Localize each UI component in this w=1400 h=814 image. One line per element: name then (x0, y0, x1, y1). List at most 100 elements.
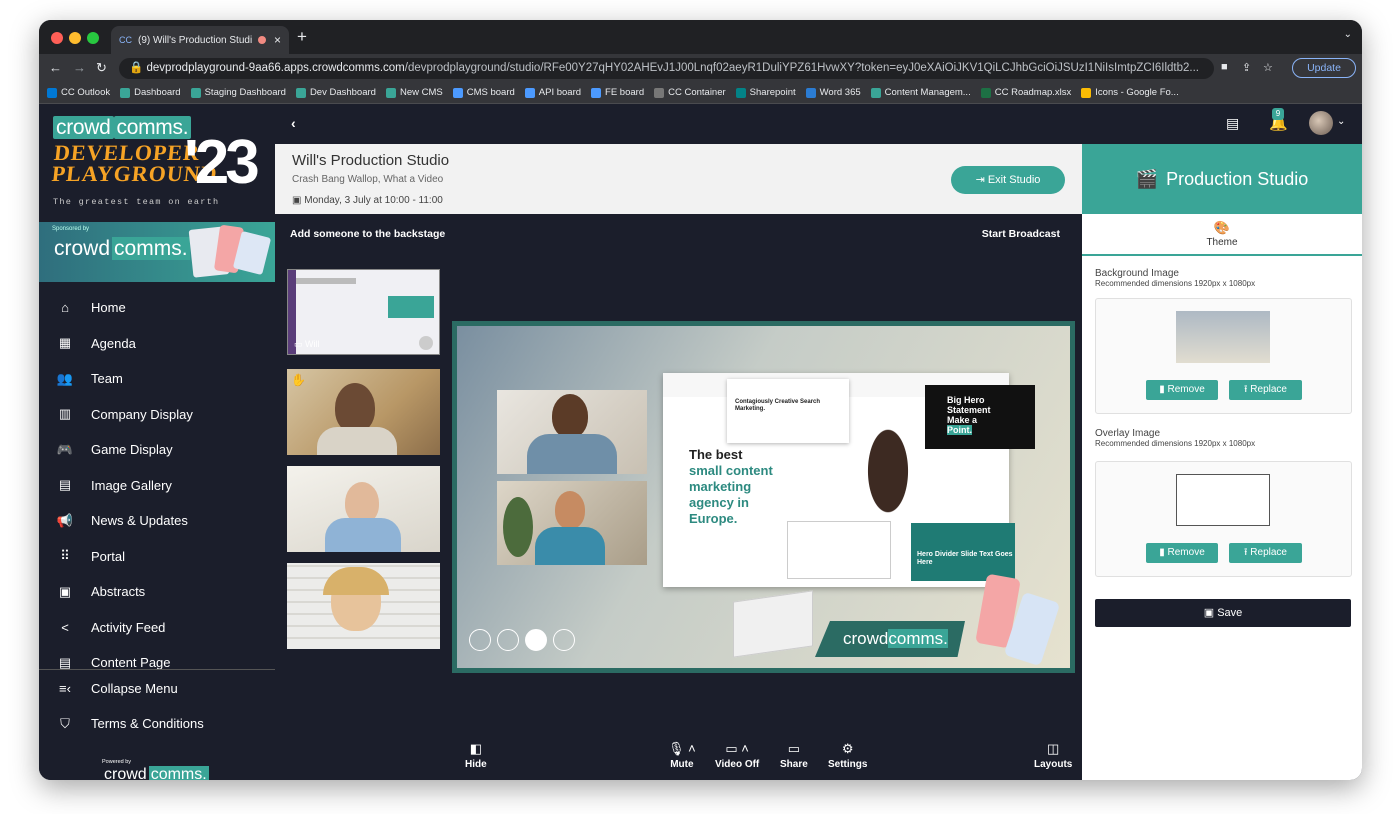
participant-thumb-2[interactable]: ✋ (287, 369, 440, 455)
gallery-icon: ▤ (58, 477, 72, 493)
sidebar-item-home[interactable]: ⌂ Home (39, 290, 275, 326)
background-remove-button[interactable]: ▮ Remove (1146, 380, 1218, 400)
participant-thumb-3[interactable] (287, 466, 440, 552)
reload-icon[interactable]: ↻ (96, 60, 107, 76)
bookmark-item[interactable]: Word 365 (805, 87, 861, 98)
overlay-replace-button[interactable]: ⭱ Replace (1229, 543, 1302, 563)
bookmark-item[interactable]: CC Roadmap.xlsx (980, 87, 1071, 98)
tab-theme-label: Theme (1206, 237, 1238, 248)
bookmark-item[interactable]: Dev Dashboard (295, 87, 376, 98)
background-replace-button[interactable]: ⭱ Replace (1229, 380, 1302, 400)
add-backstage-link[interactable]: Add someone to the backstage (290, 228, 445, 240)
share-icon: < (61, 619, 69, 635)
hero-lines: Big Hero Statement Make a (947, 395, 1035, 425)
bookmark-item[interactable]: Sharepoint (735, 87, 796, 98)
chat-icon[interactable]: ▤ (1226, 115, 1239, 132)
video-off-button[interactable]: ▭ ˄ Video Off (715, 741, 759, 770)
forward-arrow-icon[interactable]: → (73, 60, 86, 75)
settings-button[interactable]: ⚙ Settings (828, 741, 867, 770)
bookmark-label: Content Managem... (884, 87, 971, 98)
mic-icon[interactable] (419, 336, 433, 350)
new-tab-button[interactable]: + (297, 27, 307, 47)
minimize-window-button[interactable] (69, 32, 81, 44)
sponsor-banner[interactable]: Sponsored by crowd comms. (39, 222, 275, 282)
exit-studio-button[interactable]: ⇥ Exit Studio (951, 166, 1065, 194)
settings-label: Settings (828, 759, 868, 770)
bookmark-label: FE board (605, 87, 645, 98)
exit-icon: ⇥ (975, 174, 988, 186)
sidebar-item-label: Team (91, 371, 123, 387)
brand-logo[interactable]: crowd comms. (53, 116, 192, 140)
production-studio-title: Production Studio (1166, 168, 1309, 189)
avatar-chevron-icon[interactable]: ⌄ (1337, 116, 1345, 127)
event-tagline: The greatest team on earth (53, 197, 220, 207)
tab-theme[interactable]: 🎨 Theme (1082, 214, 1362, 256)
bookmark-item[interactable]: API board (524, 87, 581, 98)
team-icon: 👥 (56, 370, 74, 386)
close-tab-icon[interactable]: × (274, 33, 281, 47)
sidebar-item-company-display[interactable]: ▥ Company Display (39, 397, 275, 433)
tab-list-chevron-icon[interactable]: ⌄ (1344, 29, 1352, 40)
powered-by-logo: crowd comms. (102, 766, 209, 780)
sidebar-item-news-updates[interactable]: 📢 News & Updates (39, 503, 275, 539)
bookmark-item[interactable]: Content Managem... (870, 87, 971, 98)
layouts-label: Layouts (1034, 759, 1073, 770)
mute-button[interactable]: 🎙 ˄ Mute (668, 741, 696, 770)
bookmark-item[interactable]: New CMS (385, 87, 443, 98)
overlay-image-label: Overlay Image (1095, 428, 1161, 439)
participant-thumb-4[interactable] (287, 563, 440, 649)
bookmark-favicon-icon (190, 87, 201, 98)
bookmark-item[interactable]: CC Outlook (47, 87, 110, 98)
overlay-replace-label: Replace (1250, 547, 1287, 558)
browser-tab[interactable]: CC (9) Will's Production Studi × (111, 26, 289, 54)
broadcast-preview: Contagiously Creative Search Marketing. … (452, 321, 1075, 673)
participant-face (335, 383, 375, 433)
sponsor-logo-highlight: comms. (112, 237, 190, 260)
bookmark-favicon-icon (870, 87, 881, 98)
bookmark-star-icon[interactable]: ☆ (1263, 61, 1273, 74)
bookmark-item[interactable]: Icons - Google Fo... (1081, 87, 1179, 98)
sidebar-item-activity-feed[interactable]: < Activity Feed (39, 610, 275, 646)
floppy-icon: ▣ (1203, 607, 1218, 619)
portal-icon: ⠿ (60, 548, 70, 564)
share-button[interactable]: ▭ Share (780, 741, 808, 770)
bookmark-favicon-icon (385, 87, 396, 98)
sidebar-item-game-display[interactable]: 🎮 Game Display (39, 432, 275, 468)
bookmark-item[interactable]: FE board (591, 87, 644, 98)
slide-highlight-line: small content (689, 463, 773, 478)
overlay-remove-button[interactable]: ▮ Remove (1146, 543, 1218, 563)
bookmark-item[interactable]: CC Container (654, 87, 726, 98)
sidebar-item-portal[interactable]: ⠿ Portal (39, 539, 275, 575)
megaphone-icon: 📢 (56, 512, 74, 528)
on-stage-camera-2 (497, 481, 647, 565)
participant-thumb-screen[interactable]: ▭ Will (287, 269, 440, 355)
back-chevron-icon[interactable]: ‹ (291, 115, 296, 131)
save-button[interactable]: ▣ Save (1095, 599, 1351, 627)
logo-text: crowd (53, 116, 114, 139)
slide-highlight-line: agency in (689, 495, 749, 510)
sidebar-item-image-gallery[interactable]: ▤ Image Gallery (39, 468, 275, 504)
maximize-window-button[interactable] (87, 32, 99, 44)
hide-button[interactable]: ◧ Hide (465, 741, 487, 770)
bookmark-item[interactable]: CMS board (452, 87, 515, 98)
avatar[interactable] (1309, 111, 1333, 135)
layouts-button[interactable]: ◫ Layouts (1034, 741, 1072, 770)
terms-link[interactable]: ⛉ Terms & Conditions (39, 706, 275, 741)
collapse-menu-button[interactable]: ≡‹ Collapse Menu (39, 671, 275, 706)
sidebar-item-team[interactable]: 👥 Team (39, 361, 275, 397)
start-broadcast-button[interactable]: Start Broadcast (982, 228, 1060, 240)
bookmark-item[interactable]: Staging Dashboard (190, 87, 286, 98)
camera-icon[interactable]: ■ (1221, 61, 1228, 73)
update-button[interactable]: Update (1292, 58, 1356, 78)
top-bar: ‹ (275, 104, 1362, 144)
screen-share-icon: ▭ (294, 339, 306, 349)
sidebar-item-label: Home (91, 300, 126, 316)
bookmark-item[interactable]: Dashboard (120, 87, 181, 98)
sidebar-item-agenda[interactable]: ▦ Agenda (39, 326, 275, 362)
sidebar-item-abstracts[interactable]: ▣ Abstracts (39, 574, 275, 610)
share-page-icon[interactable]: ⇪ (1242, 61, 1251, 74)
close-window-button[interactable] (51, 32, 63, 44)
back-arrow-icon[interactable]: ← (49, 60, 62, 75)
calendar-icon: ▣ (292, 195, 305, 206)
url-field[interactable]: 🔒 devprodplayground-9aa66.apps.crowdcomm… (119, 58, 1214, 79)
